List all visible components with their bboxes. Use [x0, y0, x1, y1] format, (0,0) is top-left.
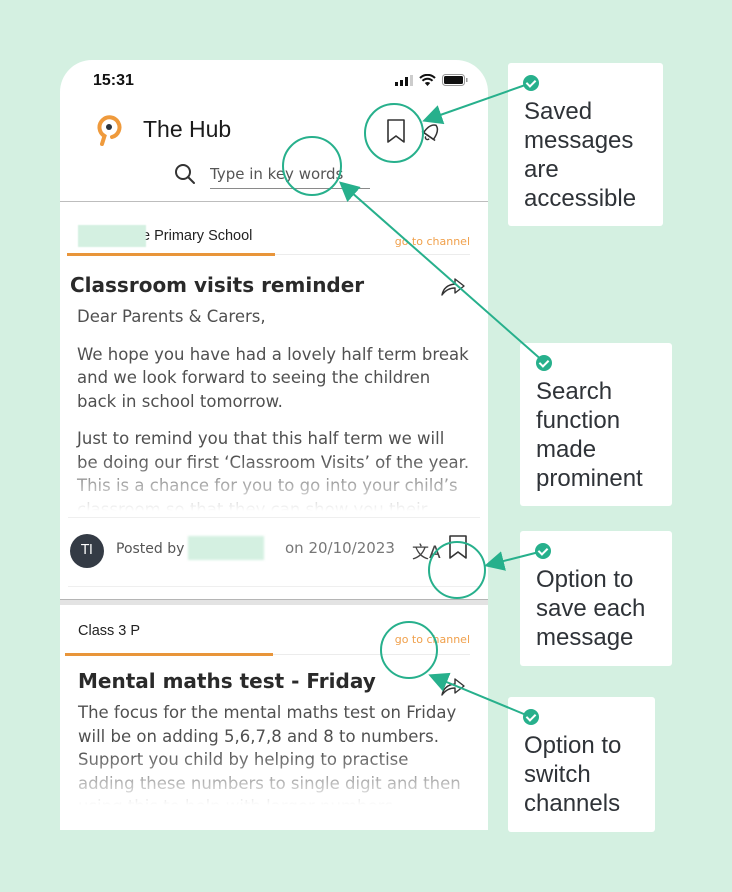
callout-text: Option to switch channels — [524, 732, 622, 817]
channel-name-text: e Primary School — [142, 227, 253, 244]
post-footer: TI Posted by on 20/10/2023 文A — [68, 517, 480, 587]
share-icon[interactable] — [440, 277, 466, 297]
phone-screen: 15:31 The Hub Type in key words e Primar… — [60, 60, 488, 830]
redacted-text — [78, 225, 146, 247]
hub-logo-icon — [97, 115, 122, 146]
post-date: on 20/10/2023 — [285, 539, 395, 557]
battery-icon — [442, 74, 468, 86]
go-to-channel-link[interactable]: go to channel — [395, 633, 470, 646]
app-title: The Hub — [143, 116, 232, 142]
notification-bell-icon[interactable] — [420, 118, 444, 144]
message-paragraph: The focus for the mental maths test on F… — [78, 703, 461, 811]
save-message-bookmark-icon[interactable] — [448, 534, 468, 560]
translate-icon[interactable]: 文A — [412, 538, 441, 563]
posted-by-label: Posted by — [116, 541, 185, 557]
check-icon — [523, 709, 539, 725]
message-feed: e Primary School go to channel Classroom… — [60, 203, 488, 811]
callout-text: Option to save each message — [536, 566, 646, 651]
check-icon — [535, 543, 551, 559]
search-input[interactable] — [210, 159, 370, 189]
search-bar — [174, 159, 370, 191]
status-icons — [395, 74, 468, 86]
message-body: The focus for the mental maths test on F… — [60, 701, 470, 811]
check-icon — [523, 75, 539, 91]
go-to-channel-link[interactable]: go to channel — [395, 235, 470, 248]
message-body: Dear Parents & Carers, We hope you have … — [60, 305, 470, 517]
status-bar: 15:31 — [60, 60, 488, 104]
share-icon[interactable] — [440, 677, 466, 697]
check-icon — [536, 355, 552, 371]
saved-messages-bookmark-icon[interactable] — [386, 118, 406, 144]
message-paragraph: Just to remind you that this half term w… — [77, 429, 470, 517]
channel-name: e Primary School — [78, 225, 252, 247]
message-paragraph: We hope you have had a lovely half term … — [77, 344, 469, 411]
cellular-signal-icon — [395, 74, 413, 86]
callout-text: Saved messages are accessible — [524, 98, 637, 212]
channel-row: Class 3 P go to channel — [60, 605, 488, 656]
message-card: e Primary School go to channel Classroom… — [60, 203, 488, 599]
message-title-text: Classroom visits reminder — [70, 273, 365, 297]
message-card: Class 3 P go to channel Mental maths tes… — [60, 605, 488, 811]
app-header: The Hub — [60, 104, 488, 202]
callout-text: Search function made prominent — [536, 378, 643, 492]
message-paragraph: Dear Parents & Carers, — [77, 307, 266, 326]
status-time: 15:31 — [93, 72, 134, 89]
redacted-poster-name — [188, 536, 264, 560]
avatar: TI — [70, 534, 104, 568]
channel-row: e Primary School go to channel — [60, 203, 488, 256]
message-title-text: Mental maths test - Friday — [78, 669, 376, 693]
wifi-icon — [419, 74, 436, 86]
message-title[interactable]: Mental maths test - Friday — [60, 655, 488, 701]
footer-divider — [68, 586, 480, 587]
channel-name: Class 3 P — [78, 623, 141, 639]
search-icon[interactable] — [174, 163, 196, 185]
message-title[interactable]: Classroom visits reminder — [60, 255, 488, 305]
